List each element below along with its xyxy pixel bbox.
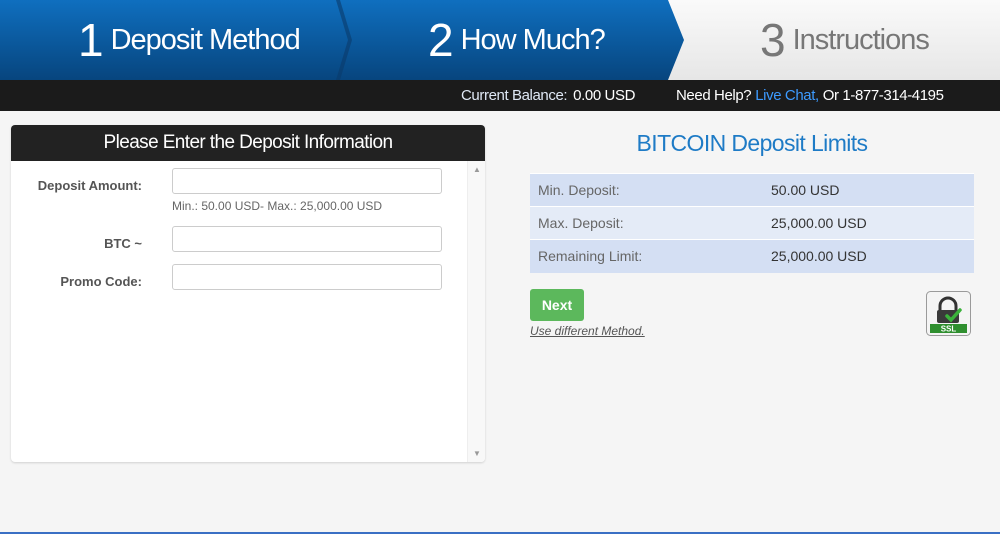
table-row: Remaining Limit: 25,000.00 USD xyxy=(530,239,974,273)
info-bar: Current Balance: 0.00 USD Need Help? Liv… xyxy=(0,80,1000,111)
ssl-lock-icon: SSL xyxy=(926,291,971,336)
balance-value: 0.00 USD xyxy=(573,87,636,104)
deposit-amount-label: Deposit Amount: xyxy=(37,178,142,193)
step-how-much: 2 How Much? xyxy=(428,0,606,80)
step-instructions: 3 Instructions xyxy=(760,0,930,80)
limits-title: BITCOIN Deposit Limits xyxy=(636,130,869,156)
scroll-up-icon[interactable]: ▲ xyxy=(473,165,481,174)
limit-value: 25,000.00 USD xyxy=(770,239,974,273)
use-different-method-link[interactable]: Use different Method. xyxy=(530,324,645,338)
step-label: Deposit Method xyxy=(110,23,301,56)
form-title: Please Enter the Deposit Information xyxy=(11,125,485,161)
step-number: 1 xyxy=(78,14,104,66)
step-number: 2 xyxy=(428,14,454,66)
limits-table: Min. Deposit: 50.00 USD Max. Deposit: 25… xyxy=(530,173,974,273)
table-row: Max. Deposit: 25,000.00 USD xyxy=(530,206,974,240)
ssl-text: SSL xyxy=(941,325,957,334)
steps-header: 1 Deposit Method 2 How Much? 3 Instructi… xyxy=(0,0,1000,80)
promo-code-input[interactable] xyxy=(172,264,442,290)
promo-code-label: Promo Code: xyxy=(60,274,142,289)
next-button[interactable]: Next xyxy=(530,289,584,321)
step-deposit-method[interactable]: 1 Deposit Method xyxy=(78,0,301,80)
btc-label: BTC ~ xyxy=(104,236,142,251)
balance-label: Current Balance: xyxy=(461,87,568,104)
live-chat-link[interactable]: Live Chat, xyxy=(755,87,819,104)
ssl-badge: SSL xyxy=(926,291,971,336)
deposit-limits-hint: Min.: 50.00 USD- Max.: 25,000.00 USD xyxy=(172,199,383,213)
limit-label: Min. Deposit: xyxy=(530,173,770,207)
table-row: Min. Deposit: 50.00 USD xyxy=(530,173,974,207)
limit-label: Remaining Limit: xyxy=(530,239,770,273)
btc-input[interactable] xyxy=(172,226,442,252)
deposit-form-panel: Please Enter the Deposit Information Dep… xyxy=(11,125,485,462)
limit-label: Max. Deposit: xyxy=(530,206,770,240)
step-label: Instructions xyxy=(792,23,930,56)
phone-number: Or 1-877-314-4195 xyxy=(822,87,944,104)
step-label: How Much? xyxy=(460,23,606,56)
limit-value: 25,000.00 USD xyxy=(770,206,974,240)
limit-value: 50.00 USD xyxy=(770,173,974,207)
help-section: Need Help? Live Chat, Or 1-877-314-4195 xyxy=(676,80,944,111)
scroll-down-icon[interactable]: ▼ xyxy=(473,449,481,458)
help-label: Need Help? xyxy=(676,87,752,104)
step-number: 3 xyxy=(760,14,786,66)
current-balance: Current Balance: 0.00 USD xyxy=(461,80,635,111)
deposit-amount-input[interactable] xyxy=(172,168,442,194)
form-scrollbar[interactable]: ▲ ▼ xyxy=(467,161,485,462)
